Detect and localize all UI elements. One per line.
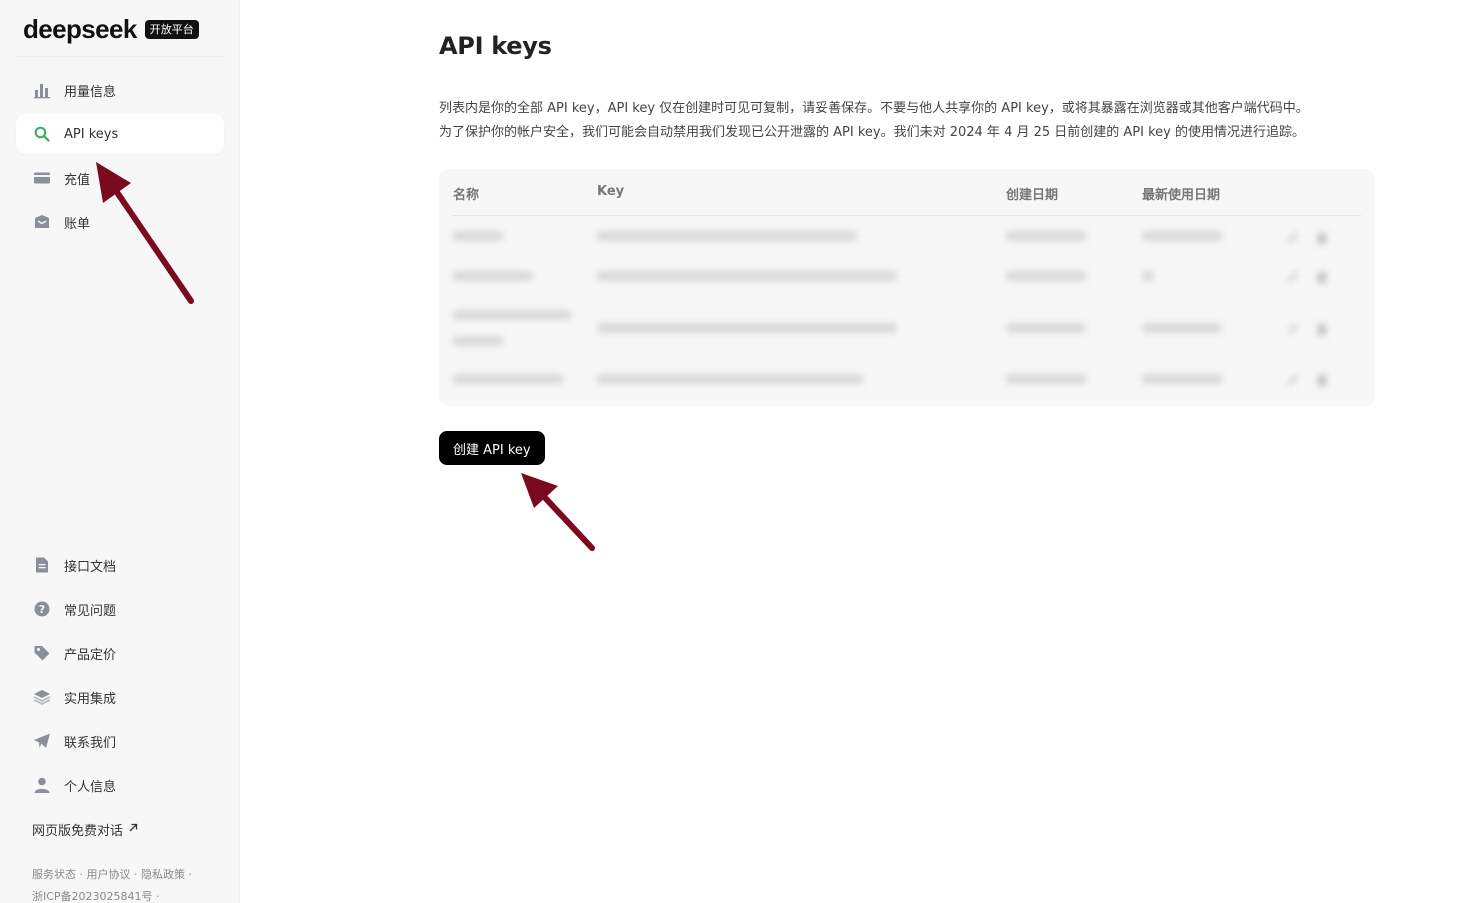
table-row <box>1142 374 1222 384</box>
web-chat-label: 网页版免费对话 <box>32 824 124 839</box>
sidebar-item-label: 接口文档 <box>64 559 117 575</box>
edit-icon[interactable] <box>1286 270 1300 284</box>
table-row[interactable] <box>453 374 563 384</box>
external-link-icon <box>127 822 139 838</box>
sidebar-item-label: 用量信息 <box>64 84 117 100</box>
footer-line-2[interactable]: 浙ICP备2023025841号 · <box>32 886 222 903</box>
page-title: API keys <box>439 32 552 60</box>
edit-icon[interactable] <box>1286 231 1300 245</box>
edit-icon[interactable] <box>1286 373 1300 387</box>
delete-icon[interactable] <box>1315 231 1329 245</box>
table-row[interactable] <box>453 336 503 346</box>
web-chat-link[interactable]: 网页版免费对话 <box>32 820 139 839</box>
svg-text:?: ? <box>39 603 45 616</box>
column-header-created: 创建日期 <box>1006 188 1059 203</box>
table-row <box>597 231 857 241</box>
sidebar-item-api-keys[interactable]: API keys <box>16 114 224 154</box>
table-row <box>1142 231 1222 241</box>
sidebar-item-bills[interactable]: 账单 <box>16 202 224 242</box>
sidebar-item-usage[interactable]: 用量信息 <box>16 70 224 110</box>
platform-badge: 开放平台 <box>144 19 199 39</box>
table-row[interactable] <box>453 231 503 241</box>
table-row <box>597 271 897 281</box>
table-row[interactable] <box>453 271 533 281</box>
sidebar-item-integrations[interactable]: 实用集成 <box>16 677 224 717</box>
delete-icon[interactable] <box>1315 322 1329 336</box>
sidebar-item-pricing[interactable]: 产品定价 <box>16 633 224 673</box>
sidebar-item-profile[interactable]: 个人信息 <box>16 765 224 805</box>
column-header-last-used: 最新使用日期 <box>1142 188 1221 203</box>
logo[interactable]: deepseek 开放平台 <box>23 12 199 46</box>
api-keys-table: 名称 Key 创建日期 最新使用日期 <box>439 169 1375 406</box>
logo-divider <box>16 56 223 57</box>
sidebar-item-docs[interactable]: 接口文档 <box>16 545 224 585</box>
sidebar-item-label: 个人信息 <box>64 779 117 795</box>
sidebar-item-recharge[interactable]: 充值 <box>16 158 224 198</box>
header-divider <box>453 215 1361 216</box>
table-row <box>1006 231 1086 241</box>
logo-text: deepseek <box>23 13 137 44</box>
layers-icon <box>32 687 52 707</box>
sidebar-item-label: 充值 <box>64 172 91 188</box>
document-icon <box>32 555 52 575</box>
column-header-name: 名称 <box>453 188 480 203</box>
table-row <box>597 374 863 384</box>
table-row <box>1006 323 1086 333</box>
sidebar-item-contact[interactable]: 联系我们 <box>16 721 224 761</box>
delete-icon[interactable] <box>1315 373 1329 387</box>
sidebar-item-label: 产品定价 <box>64 647 117 663</box>
question-icon: ? <box>32 599 52 619</box>
column-header-key: Key <box>597 184 625 199</box>
search-key-icon <box>32 124 52 144</box>
edit-icon[interactable] <box>1286 322 1300 336</box>
bill-icon <box>32 212 52 232</box>
sidebar-item-label: 常见问题 <box>64 603 117 619</box>
bar-chart-icon <box>32 80 52 100</box>
table-row[interactable] <box>453 310 571 320</box>
sidebar: deepseek 开放平台 用量信息 API keys 充值 账单 接口文档 ?… <box>0 0 240 903</box>
page-description: 列表内是你的全部 API key，API key 仅在创建时可见可复制，请妥善保… <box>439 97 1379 145</box>
create-api-key-button[interactable]: 创建 API key <box>439 431 545 465</box>
sidebar-nav-top: 用量信息 API keys 充值 账单 <box>16 70 224 246</box>
description-line-1: 列表内是你的全部 API key，API key 仅在创建时可见可复制，请妥善保… <box>439 101 1309 116</box>
sidebar-item-faq[interactable]: ? 常见问题 <box>16 589 224 629</box>
footer-line-1[interactable]: 服务状态 · 用户协议 · 隐私政策 · <box>32 864 222 886</box>
card-icon <box>32 168 52 188</box>
annotation-arrow-create <box>521 473 595 551</box>
table-row <box>1142 323 1222 333</box>
tag-icon <box>32 643 52 663</box>
table-row <box>1142 271 1154 281</box>
description-line-2: 为了保护你的帐户安全，我们可能会自动禁用我们发现已公开泄露的 API key。我… <box>439 125 1305 140</box>
sidebar-item-label: 账单 <box>64 216 91 232</box>
sidebar-item-label: 联系我们 <box>64 735 117 751</box>
sidebar-item-label: 实用集成 <box>64 691 117 707</box>
footer-links: 服务状态 · 用户协议 · 隐私政策 · 浙ICP备2023025841号 · <box>32 864 222 903</box>
table-row <box>597 323 897 333</box>
table-row <box>1006 374 1086 384</box>
sidebar-nav-bottom: 接口文档 ? 常见问题 产品定价 实用集成 联系我们 个人信息 <box>16 545 224 809</box>
table-row <box>1006 271 1086 281</box>
app-root: deepseek 开放平台 用量信息 API keys 充值 账单 接口文档 ?… <box>0 0 1467 903</box>
sidebar-item-label: API keys <box>64 126 119 142</box>
send-icon <box>32 731 52 751</box>
delete-icon[interactable] <box>1315 270 1329 284</box>
user-icon <box>32 775 52 795</box>
